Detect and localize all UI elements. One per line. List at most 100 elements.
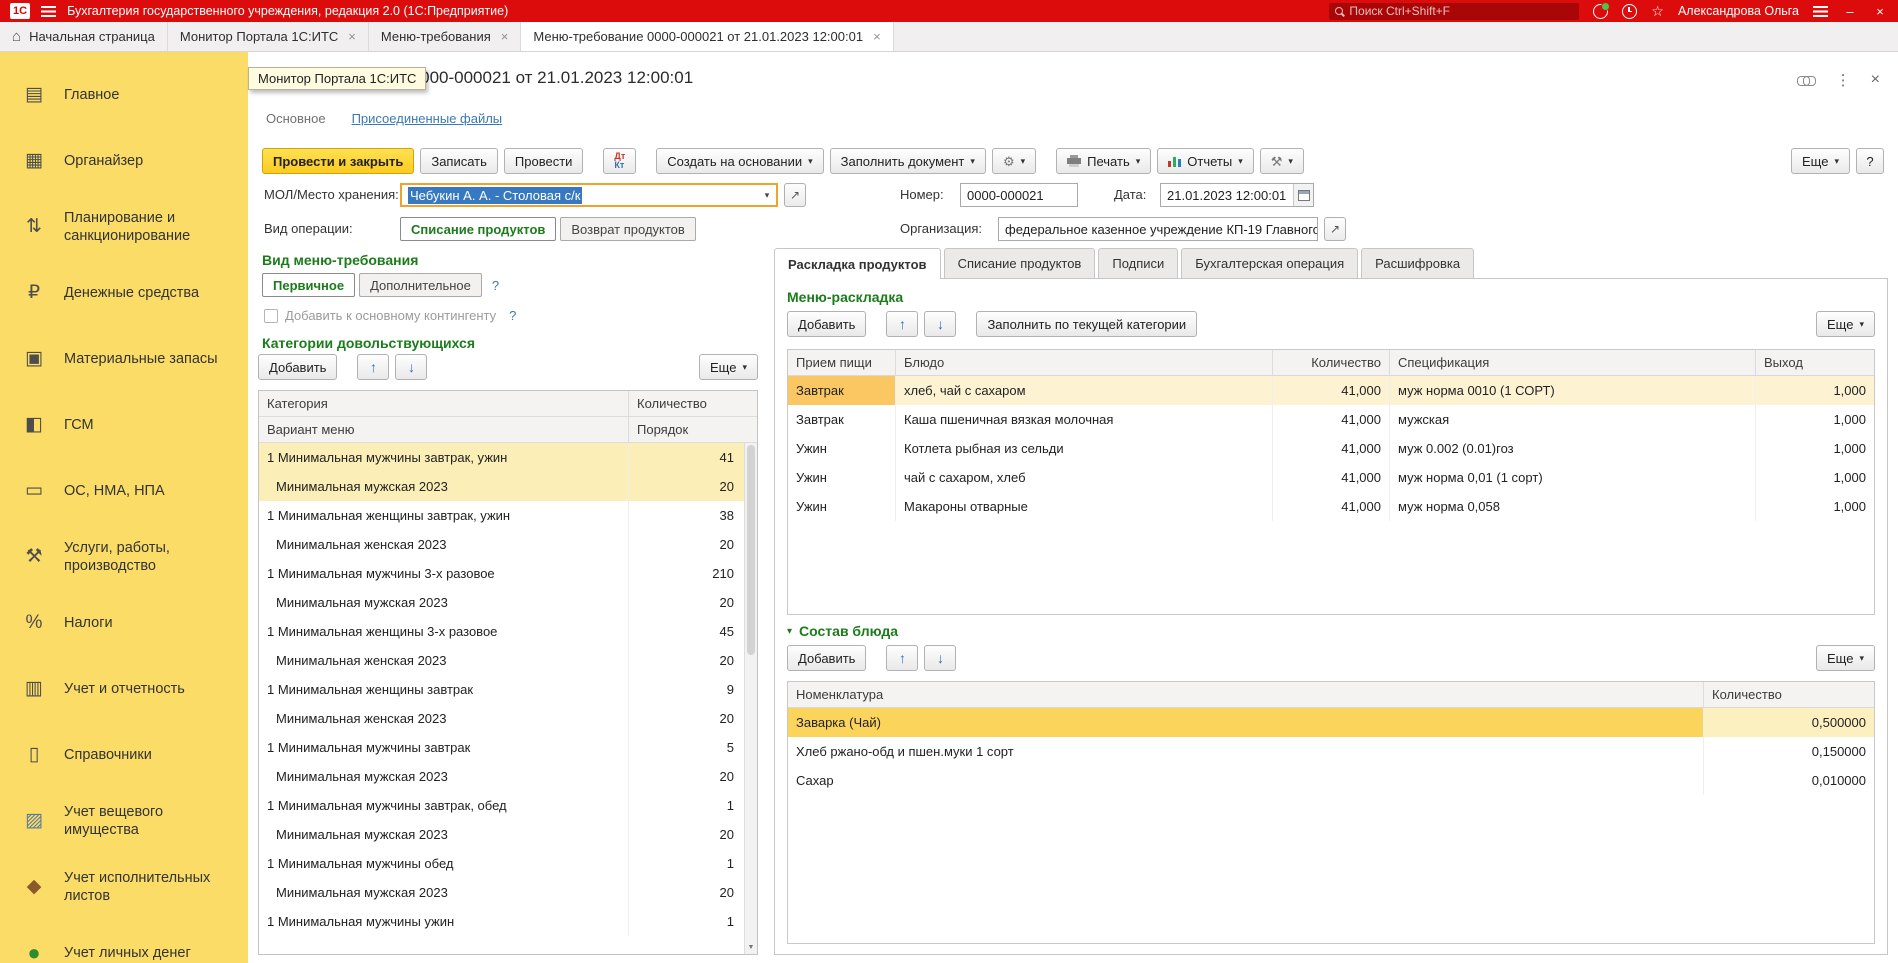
get-link-icon[interactable] (1797, 76, 1816, 85)
sidebar-item-planning[interactable]: ⇅Планирование и санкционирование (0, 194, 248, 260)
add-ingredient-button[interactable]: Добавить (787, 645, 866, 671)
specification-cell[interactable]: муж норма 0010 (1 СОРТ) (1390, 376, 1756, 405)
variant-cell[interactable]: Минимальная мужская 2023 (259, 820, 629, 849)
order-cell[interactable]: 20 (629, 878, 744, 907)
table-row[interactable]: Завтрак хлеб, чай с сахаром 41,000 муж н… (788, 376, 1874, 405)
move-down-button[interactable]: ↓ (924, 645, 956, 671)
category-cell[interactable]: 1 Минимальная женщины завтрак, ужин (259, 501, 629, 530)
count-cell[interactable]: 5 (629, 733, 744, 762)
quantity-cell[interactable]: 0,010000 (1704, 766, 1874, 795)
sidebar-item-main[interactable]: ▤Главное (0, 62, 248, 128)
table-row[interactable]: Минимальная женская 202320 (259, 646, 744, 675)
nomenclature-cell[interactable]: Сахар (788, 766, 1704, 795)
tools-button[interactable]: ⚒▾ (1260, 148, 1304, 174)
open-mol-button[interactable]: ↗ (784, 183, 806, 207)
sidebar-item-materials[interactable]: ▣Материальные запасы (0, 326, 248, 392)
count-cell[interactable]: 45 (629, 617, 744, 646)
sidebar-item-clothing-property[interactable]: ▨Учет вещевого имущества (0, 788, 248, 854)
quantity-cell[interactable]: 41,000 (1273, 376, 1390, 405)
kind-primary-option[interactable]: Первичное (262, 273, 355, 297)
nav-main-link[interactable]: Основное (266, 111, 326, 126)
order-cell[interactable]: 20 (629, 704, 744, 733)
table-row[interactable]: Минимальная мужская 202320 (259, 820, 744, 849)
dish-cell[interactable]: Макароны отварные (896, 492, 1273, 521)
order-cell[interactable]: 20 (629, 646, 744, 675)
sidebar-item-fixed-assets[interactable]: ▭ОС, НМА, НПА (0, 458, 248, 524)
history-icon[interactable] (1622, 4, 1637, 19)
tab-accounting-operation[interactable]: Бухгалтерская операция (1181, 248, 1358, 278)
sidebar-item-personal-money[interactable]: ●Учет личных денег (0, 920, 248, 963)
dish-composition-collapse[interactable]: ▾ Состав блюда (787, 623, 898, 639)
reports-button[interactable]: Отчеты▾ (1157, 148, 1253, 174)
help-link[interactable]: ? (492, 278, 499, 293)
table-row[interactable]: 1 Минимальная мужчины 3-х разовое210 (259, 559, 744, 588)
table-row[interactable]: Минимальная женская 202320 (259, 530, 744, 559)
quantity-cell[interactable]: 0,500000 (1704, 708, 1874, 737)
category-cell[interactable]: 1 Минимальная мужчины ужин (259, 907, 629, 936)
table-row[interactable]: Минимальная мужская 202320 (259, 472, 744, 501)
open-organization-button[interactable]: ↗ (1324, 217, 1346, 241)
table-row[interactable]: Минимальная мужская 202320 (259, 762, 744, 791)
main-menu-icon[interactable] (41, 6, 56, 17)
meal-cell[interactable]: Ужин (788, 492, 896, 521)
order-cell[interactable]: 20 (629, 588, 744, 617)
vertical-scrollbar[interactable]: ▼ (744, 443, 757, 954)
fill-by-category-button[interactable]: Заполнить по текущей категории (976, 311, 1197, 337)
count-cell[interactable]: 1 (629, 849, 744, 878)
category-cell[interactable]: 1 Минимальная мужчины завтрак, обед (259, 791, 629, 820)
category-cell[interactable]: 1 Минимальная мужчины обед (259, 849, 629, 878)
table-row[interactable]: 1 Минимальная женщины 3-х разовое45 (259, 617, 744, 646)
print-button[interactable]: Печать▾ (1056, 148, 1151, 174)
category-cell[interactable]: 1 Минимальная мужчины завтрак, ужин (259, 443, 629, 472)
variant-cell[interactable]: Минимальная женская 2023 (259, 704, 629, 733)
variant-cell[interactable]: Минимальная женская 2023 (259, 646, 629, 675)
categories-more-button[interactable]: Еще▾ (699, 354, 758, 380)
write-button[interactable]: Записать (420, 148, 498, 174)
post-button[interactable]: Провести (504, 148, 584, 174)
operation-return-option[interactable]: Возврат продуктов (560, 217, 695, 241)
count-cell[interactable]: 9 (629, 675, 744, 704)
scroll-down-icon[interactable]: ▼ (745, 941, 757, 954)
variant-cell[interactable]: Минимальная мужская 2023 (259, 588, 629, 617)
post-and-close-button[interactable]: Провести и закрыть (262, 148, 414, 174)
specification-cell[interactable]: муж норма 0,01 (1 сорт) (1390, 463, 1756, 492)
fill-document-button[interactable]: Заполнить документ▾ (830, 148, 986, 174)
table-row[interactable]: Хлеб ржано-обд и пшен.муки 1 сорт 0,1500… (788, 737, 1874, 766)
output-cell[interactable]: 1,000 (1756, 492, 1874, 521)
move-up-button[interactable]: ↑ (886, 311, 918, 337)
variant-cell[interactable]: Минимальная мужская 2023 (259, 878, 629, 907)
table-row[interactable]: Минимальная мужская 202320 (259, 878, 744, 907)
dropdown-icon[interactable]: ▾ (758, 185, 776, 205)
help-link[interactable]: ? (509, 308, 516, 323)
output-cell[interactable]: 1,000 (1756, 434, 1874, 463)
variant-cell[interactable]: Минимальная женская 2023 (259, 530, 629, 559)
quantity-cell[interactable]: 41,000 (1273, 434, 1390, 463)
scrollbar-thumb[interactable] (747, 445, 755, 655)
category-cell[interactable]: 1 Минимальная мужчины завтрак (259, 733, 629, 762)
quantity-cell[interactable]: 0,150000 (1704, 737, 1874, 766)
dish-more-button[interactable]: Еще▾ (1816, 645, 1875, 671)
meal-cell[interactable]: Завтрак (788, 376, 896, 405)
move-up-button[interactable]: ↑ (357, 354, 389, 380)
table-row[interactable]: 1 Минимальная мужчины завтрак, ужин41 (259, 443, 744, 472)
show-postings-button[interactable]: ДтКт (603, 148, 636, 174)
organization-combobox[interactable]: федеральное казенное учреждение КП-19 Гл… (998, 217, 1318, 241)
service-menu-icon[interactable] (1813, 6, 1828, 17)
table-row[interactable]: 1 Минимальная женщины завтрак, ужин38 (259, 501, 744, 530)
tab-decryption[interactable]: Расшифровка (1361, 248, 1474, 278)
add-dish-row-button[interactable]: Добавить (787, 311, 866, 337)
meal-cell[interactable]: Ужин (788, 463, 896, 492)
help-button[interactable]: ? (1856, 148, 1884, 174)
tab-product-layout[interactable]: Раскладка продуктов (774, 248, 941, 279)
table-row[interactable]: Ужин Макароны отварные 41,000 муж норма … (788, 492, 1874, 521)
count-cell[interactable]: 1 (629, 791, 744, 820)
close-tab-icon[interactable]: × (873, 29, 881, 44)
nomenclature-cell[interactable]: Заварка (Чай) (788, 708, 1704, 737)
sidebar-item-organizer[interactable]: ▦Органайзер (0, 128, 248, 194)
output-cell[interactable]: 1,000 (1756, 376, 1874, 405)
global-search-input[interactable]: Поиск Ctrl+Shift+F (1329, 3, 1579, 20)
order-cell[interactable]: 20 (629, 762, 744, 791)
specification-cell[interactable]: муж норма 0,058 (1390, 492, 1756, 521)
tab-menu-requirements-list[interactable]: Меню-требования × (369, 22, 521, 51)
notifications-icon[interactable] (1593, 4, 1608, 19)
